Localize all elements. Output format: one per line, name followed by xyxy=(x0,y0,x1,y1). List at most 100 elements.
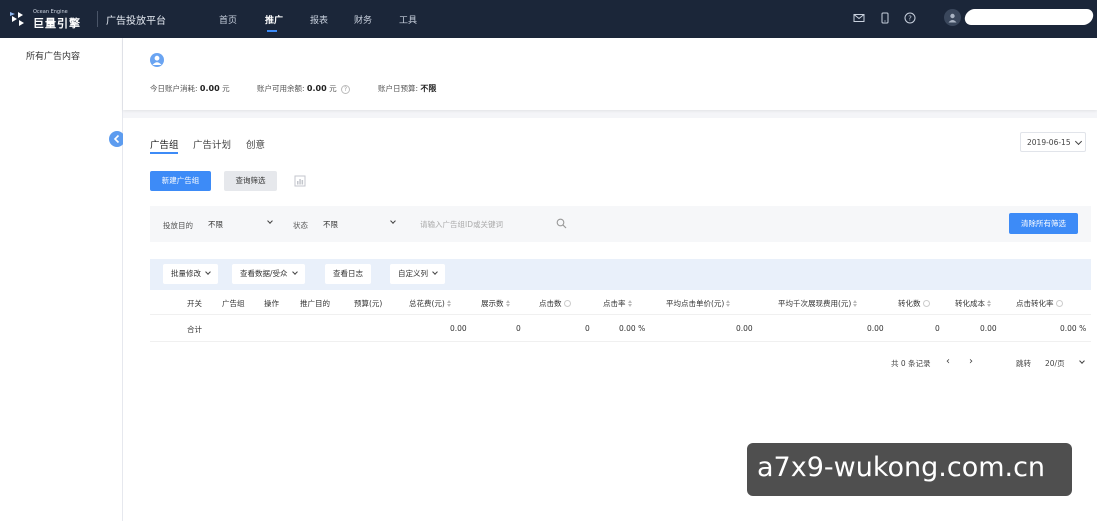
question-icon[interactable] xyxy=(1055,300,1063,307)
column-header: 开关 xyxy=(187,299,202,308)
chevron-down-icon xyxy=(1074,137,1083,146)
export-icon[interactable] xyxy=(294,175,306,187)
total-click: 0 xyxy=(585,324,590,333)
column-header-sortable[interactable]: 点击率 xyxy=(603,298,633,309)
chevron-down-icon xyxy=(205,269,211,275)
new-ad-group-button[interactable]: 新建广告组 xyxy=(150,171,211,191)
page-size-select[interactable]: 20/页 xyxy=(1045,358,1091,369)
batch-edit-label: 批量修改 xyxy=(171,269,201,278)
column-header: 广告组 xyxy=(222,299,245,308)
sort-icon[interactable] xyxy=(627,300,633,307)
column-header-sortable[interactable]: 总花费(元) xyxy=(409,298,452,309)
search-input[interactable]: 请输入广告组ID或关键词 xyxy=(420,214,570,234)
today-spend-unit: 元 xyxy=(222,84,230,93)
user-avatar[interactable] xyxy=(944,9,961,26)
column-header: 推广目的 xyxy=(300,299,330,308)
question-icon[interactable]: ? xyxy=(340,84,350,94)
prev-page-button[interactable]: ‹ xyxy=(946,356,950,367)
svg-text:?: ? xyxy=(908,15,912,23)
today-spend-label: 今日账户消耗: xyxy=(150,84,198,93)
nav-finance[interactable]: 财务 xyxy=(354,13,372,26)
column-header-sortable[interactable]: 转化成本 xyxy=(955,298,992,309)
custom-columns-button[interactable]: 自定义列 xyxy=(390,264,445,284)
next-page-button[interactable]: › xyxy=(969,356,973,367)
column-header-sortable[interactable]: 点击转化率 xyxy=(1016,298,1063,309)
mail-icon[interactable] xyxy=(853,12,865,24)
tab-active-indicator xyxy=(150,152,178,154)
sort-icon[interactable] xyxy=(726,300,731,307)
column-header-sortable[interactable]: 平均千次展现费用(元) xyxy=(778,298,858,309)
balance-value: 0.00 xyxy=(306,84,327,93)
sort-icon[interactable] xyxy=(987,300,992,307)
question-icon[interactable] xyxy=(563,300,571,307)
view-log-button[interactable]: 查看日志 xyxy=(325,264,371,284)
goal-filter-label: 投放目的 xyxy=(163,221,193,230)
nav-tools[interactable]: 工具 xyxy=(399,13,417,26)
tab-ad-plan[interactable]: 广告计划 xyxy=(193,137,231,151)
budget-value: 不限 xyxy=(420,84,437,93)
table-toolbar: 批量修改 查看数据/受众 查看日志 自定义列 xyxy=(150,259,1091,290)
total-convert: 0 xyxy=(935,324,940,333)
date-value: 2019-06-15 xyxy=(1027,138,1071,147)
sort-icon[interactable] xyxy=(853,300,858,307)
column-header: 预算(元) xyxy=(354,299,383,308)
column-label: 平均千次展现费用(元) xyxy=(778,299,852,308)
sidebar: 所有广告内容 xyxy=(0,38,123,521)
column-header-sortable[interactable]: 转化数 xyxy=(898,298,930,309)
total-avg-click-cost: 0.00 xyxy=(736,324,753,333)
chevron-down-icon xyxy=(1079,358,1085,364)
sidebar-item-all-ads[interactable]: 所有广告内容 xyxy=(0,38,122,70)
goal-filter-select[interactable]: 不限 xyxy=(208,214,276,234)
logo-chinese: 巨量引擎 xyxy=(33,17,81,30)
divider xyxy=(97,11,98,27)
pagination-total: 共 0 条记录 xyxy=(891,359,931,368)
total-avg-cpm: 0.00 xyxy=(867,324,884,333)
sidebar-item-label: 所有广告内容 xyxy=(26,52,81,62)
column-label: 点击率 xyxy=(603,299,626,308)
sort-icon[interactable] xyxy=(505,300,511,307)
column-header: 操作 xyxy=(264,299,279,308)
total-cost: 0.00 xyxy=(450,324,467,333)
column-label: 点击转化率 xyxy=(1016,299,1054,308)
column-label: 转化成本 xyxy=(955,299,985,308)
search-placeholder: 请输入广告组ID或关键词 xyxy=(420,220,503,229)
filter-bar: 投放目的 不限 状态 不限 请输入广告组ID或关键词 清除所有筛选 xyxy=(150,206,1091,242)
today-spend-value: 0.00 xyxy=(199,84,220,93)
clear-filters-button[interactable]: 清除所有筛选 xyxy=(1009,213,1078,234)
user-icon xyxy=(152,55,162,65)
column-header-sortable[interactable]: 展示数 xyxy=(481,298,511,309)
budget-label: 账户日预算: xyxy=(378,84,419,93)
nav-promotion[interactable]: 推广 xyxy=(265,13,283,26)
logo[interactable]: Ocean Engine 巨量引擎 xyxy=(8,6,88,32)
nav-reports[interactable]: 报表 xyxy=(310,13,328,26)
column-header-sortable[interactable]: 平均点击单价(元) xyxy=(666,298,731,309)
search-icon[interactable] xyxy=(556,218,567,229)
column-header-sortable[interactable]: 点击数 xyxy=(539,298,571,309)
tab-ad-group[interactable]: 广告组 xyxy=(150,137,179,151)
view-data-label: 查看数据/受众 xyxy=(240,269,288,278)
total-ctr: 0.00 % xyxy=(619,324,646,333)
column-label: 展示数 xyxy=(481,299,504,308)
total-label: 合计 xyxy=(187,325,202,334)
question-icon[interactable] xyxy=(922,300,930,307)
chevron-down-icon xyxy=(291,269,298,275)
batch-edit-button[interactable]: 批量修改 xyxy=(163,264,218,284)
mobile-icon[interactable] xyxy=(879,12,891,24)
chevron-down-icon xyxy=(432,269,438,275)
tab-creative[interactable]: 创意 xyxy=(246,137,265,151)
nav-home[interactable]: 首页 xyxy=(219,13,237,26)
status-filter-select[interactable]: 不限 xyxy=(323,214,401,234)
column-label: 总花费(元) xyxy=(409,299,445,308)
top-navbar: Ocean Engine 巨量引擎 广告投放平台 首页 推广 报表 财务 工具 … xyxy=(0,0,1097,38)
column-label: 平均点击单价(元) xyxy=(666,299,725,308)
balance-label: 账户可用余额: xyxy=(257,84,305,93)
total-convert-cost: 0.00 xyxy=(980,324,997,333)
column-label: 点击数 xyxy=(539,299,562,308)
date-picker[interactable]: 2019-06-15 xyxy=(1020,132,1086,152)
account-summary-card: 今日账户消耗: 0.00 元 账户可用余额: 0.00 元 ? 账户日预算: 不… xyxy=(123,38,1097,110)
sort-icon[interactable] xyxy=(446,300,452,307)
query-filter-button[interactable]: 查询筛选 xyxy=(224,171,277,191)
view-data-button[interactable]: 查看数据/受众 xyxy=(232,264,305,284)
total-show: 0 xyxy=(516,324,521,333)
help-icon[interactable]: ? xyxy=(904,12,916,24)
